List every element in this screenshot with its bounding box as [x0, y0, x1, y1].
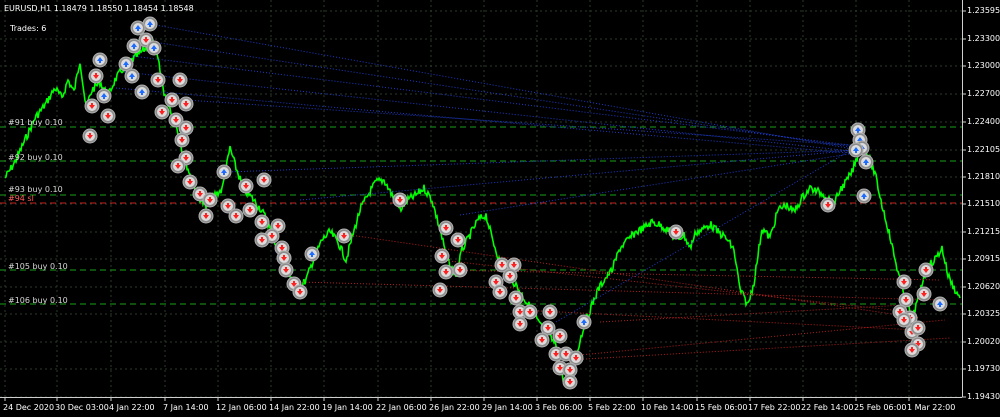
trade-link-line [299, 281, 941, 301]
trade-link-line [579, 319, 946, 356]
price-axis-label: 1.19430 [967, 392, 1000, 401]
time-axis-label: 5 Feb 22:00 [588, 403, 636, 412]
price-axis-label: 1.22400 [967, 117, 1000, 126]
price-axis-label: 1.22700 [967, 89, 1000, 98]
price-axis-label: 1.20325 [967, 309, 1000, 318]
time-axis-label: 10 Feb 14:00 [641, 403, 694, 412]
time-axis-label: 14 Jan 22:00 [269, 403, 320, 412]
chart-window[interactable]: EURUSD,H1 1.18479 1.18550 1.18454 1.1854… [0, 0, 1000, 417]
time-axis-label: 19 Jan 14:00 [322, 403, 373, 412]
price-axis-label: 1.20915 [967, 254, 1000, 263]
price-axis-label: 1.21215 [967, 227, 1000, 236]
trades-count: Trades: 6 [10, 24, 47, 33]
trade-link-line [555, 145, 859, 323]
time-axis-label: 26 Jan 22:00 [429, 403, 480, 412]
price-axis-label: 1.23595 [967, 6, 1000, 15]
trade-link-line [149, 23, 859, 151]
price-chart[interactable] [0, 0, 1000, 417]
order-label-94-sl: #94 sl [8, 194, 34, 203]
order-label-91: #91 buy 0.10 [8, 118, 63, 127]
price-axis-label: 1.23000 [967, 61, 1000, 70]
price-axis-label: 1.20620 [967, 282, 1000, 291]
time-axis-label: 3 Feb 06:00 [535, 403, 583, 412]
time-axis-label: 29 Jan 14:00 [482, 403, 533, 412]
time-axis-label: 4 Jan 22:00 [109, 403, 155, 412]
price-axis-label: 1.21510 [967, 199, 1000, 208]
price-axis-label: 1.19730 [967, 364, 1000, 373]
time-axis-label: 30 Dec 03:00 [55, 403, 109, 412]
time-axis-label: 24 Dec 2020 [3, 403, 55, 412]
trade-link-line [349, 234, 921, 319]
time-axis-label: 7 Jan 14:00 [163, 403, 209, 412]
time-axis-label: 22 Feb 14:00 [801, 403, 854, 412]
trade-link-line [123, 71, 861, 153]
symbol-ohlc-header: EURUSD,H1 1.18479 1.18550 1.18454 1.1854… [4, 4, 194, 13]
price-axis-label: 1.21810 [967, 172, 1000, 181]
time-axis[interactable] [0, 397, 962, 398]
time-axis-label: 17 Feb 22:00 [748, 403, 801, 412]
time-axis-label: 12 Jan 06:00 [216, 403, 267, 412]
trade-link-line [115, 87, 861, 155]
trade-link-line [131, 55, 859, 147]
order-label-93: #93 buy 0.10 [8, 185, 63, 194]
time-axis-label: 22 Jan 06:00 [376, 403, 427, 412]
order-label-105: #105 buy 0.10 [8, 262, 68, 271]
trade-link-line [567, 337, 951, 361]
ohlc-values: 1.18479 1.18550 1.18454 1.18548 [53, 4, 194, 13]
price-axis-label: 1.23300 [967, 34, 1000, 43]
trade-link-line [185, 99, 863, 147]
time-axis-label: 1 Mar 22:00 [907, 403, 956, 412]
price-axis-label: 1.20020 [967, 337, 1000, 346]
price-axis-label: 1.22105 [967, 145, 1000, 154]
trade-link-line [299, 149, 859, 201]
symbol-timeframe: EURUSD,H1 [4, 4, 52, 13]
time-axis-label: 25 Feb 06:00 [854, 403, 907, 412]
price-axis[interactable] [962, 0, 963, 397]
order-label-106: #106 buy 0.10 [8, 296, 68, 305]
order-label-92: #92 buy 0.10 [8, 153, 63, 162]
time-axis-label: 15 Feb 06:00 [695, 403, 748, 412]
